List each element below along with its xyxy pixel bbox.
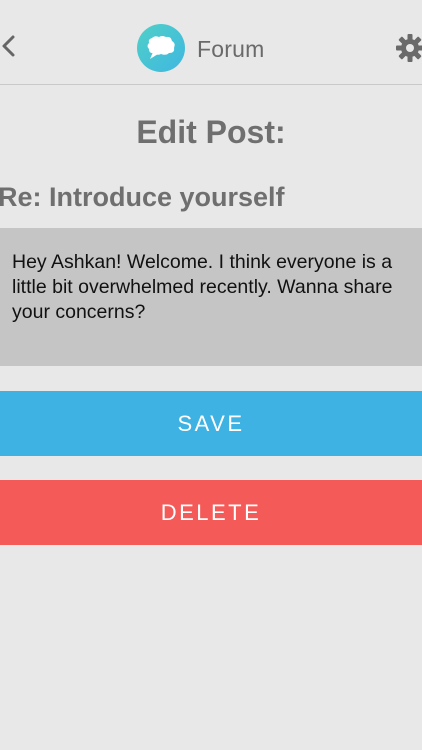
delete-button[interactable]: DELETE [0,480,422,545]
post-subject: Re: Introduce yourself [0,182,285,212]
post-body-input[interactable]: Hey Ashkan! Welcome. I think everyone is… [0,228,422,366]
settings-button[interactable] [396,34,422,62]
header-bar: Forum [0,0,422,85]
app-title: Forum [197,36,265,62]
back-button[interactable] [0,31,20,61]
gear-icon [396,34,422,62]
page-title: Edit Post: [136,114,286,150]
save-button[interactable]: SAVE [0,391,422,456]
app-logo [137,24,185,72]
edit-post-screen: Forum Edit Post: Re: Introduce yourself … [0,0,422,750]
chevron-left-icon [0,31,20,61]
